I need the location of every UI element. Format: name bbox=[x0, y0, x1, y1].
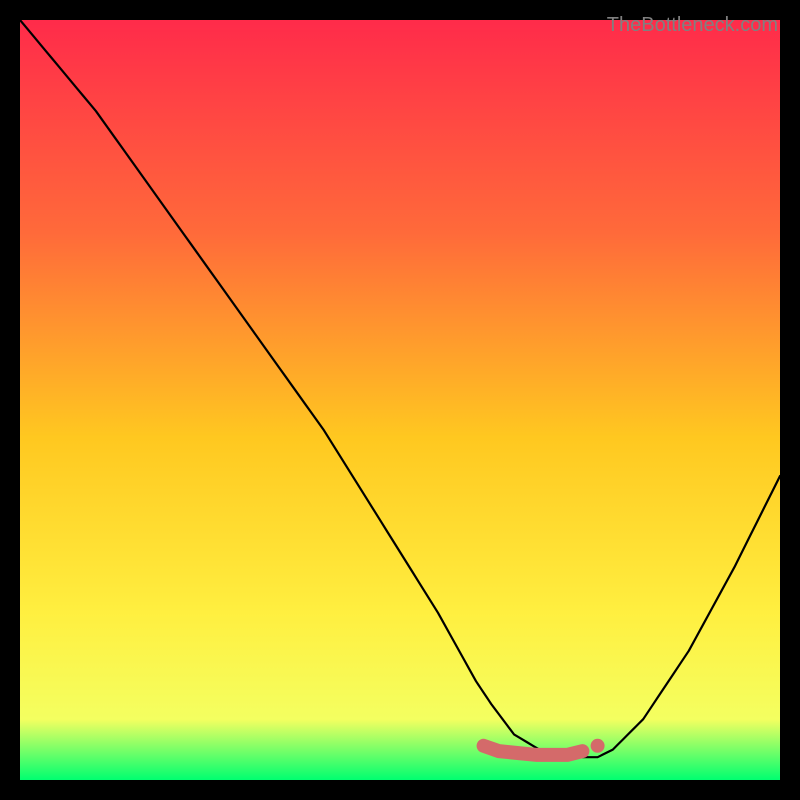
plot-area bbox=[20, 20, 780, 780]
chart-svg bbox=[20, 20, 780, 780]
watermark-text: TheBottleneck.com bbox=[607, 14, 778, 37]
marker-dot bbox=[591, 739, 605, 753]
chart-frame: TheBottleneck.com bbox=[10, 10, 790, 790]
gradient-background bbox=[20, 20, 780, 780]
